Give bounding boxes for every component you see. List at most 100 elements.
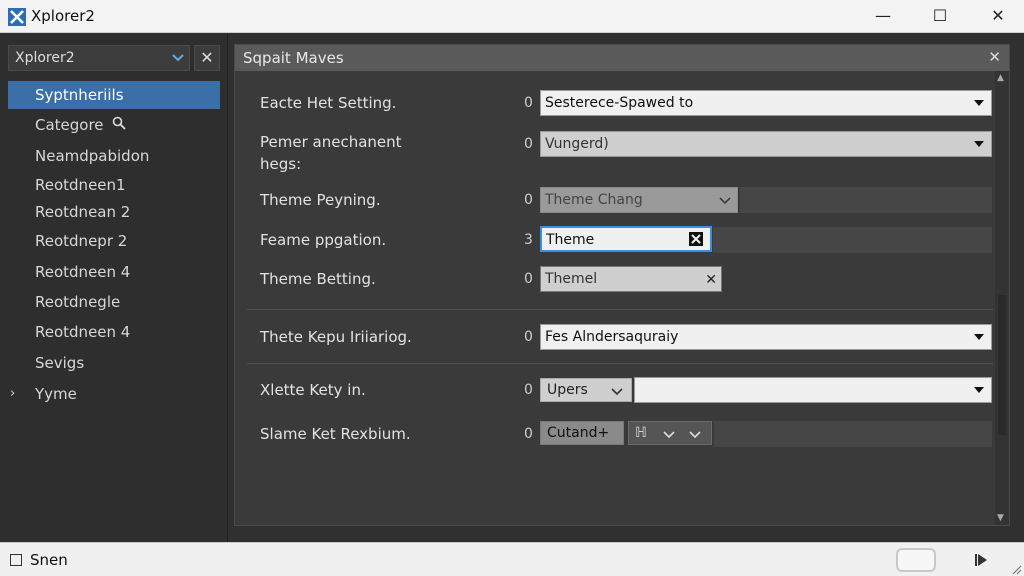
sidebar: Xplorer2 ✕ Syptnheriils Categore Neamdpa… — [0, 34, 228, 542]
field-strip — [740, 187, 992, 213]
format-dropdown[interactable]: ℍ — [628, 421, 712, 445]
chevron-down-icon — [974, 141, 984, 147]
setting-label: Pemer anechanent hegs: — [260, 133, 402, 173]
panel-header: Sqpait Maves ✕ — [235, 45, 1009, 71]
dropdown-value: Vungerd) — [545, 136, 609, 152]
search-icon — [112, 112, 126, 140]
setting-count: 0 — [524, 426, 533, 442]
scroll-down-icon[interactable]: ▼ — [997, 513, 1004, 523]
setting-count: 0 — [524, 271, 533, 287]
input-value: Theme — [546, 232, 595, 248]
setting-label: Slame Ket Rexbium. — [260, 425, 411, 443]
sidebar-item-label: Reotdneen 4 — [35, 323, 131, 341]
status-toggle[interactable] — [896, 548, 936, 572]
status-text: Snen — [30, 551, 68, 569]
resize-grip-icon[interactable] — [1010, 563, 1022, 575]
app-logo-icon — [8, 8, 26, 26]
sidebar-item-6[interactable]: Reotdnepr 2 — [8, 227, 220, 255]
close-button[interactable]: ✕ — [978, 4, 1018, 28]
chevron-down-icon — [974, 387, 984, 393]
sidebar-item-label: Reotdnepr 2 — [35, 232, 128, 250]
users-dropdown[interactable]: Upers — [540, 378, 632, 402]
sidebar-item-label: Categore — [35, 116, 104, 134]
maximize-button[interactable]: ☐ — [920, 4, 960, 28]
chevron-down-icon — [611, 388, 623, 396]
setting-count: 0 — [524, 192, 533, 208]
sidebar-item-4[interactable]: Reotdneen1 — [8, 171, 220, 199]
dropdown-value: Theme Chang — [545, 192, 643, 208]
field-strip — [714, 421, 992, 447]
input-value: Themel — [545, 271, 598, 287]
sidebar-item-5[interactable]: Reotdnean 2 — [8, 198, 220, 226]
status-bar: Snen — [0, 542, 1024, 576]
chevron-down-icon — [974, 334, 984, 340]
chevron-down-icon — [974, 100, 984, 106]
divider — [247, 309, 993, 310]
sidebar-item-label: Sevigs — [35, 354, 85, 372]
sidebar-item-8[interactable]: Reotdnegle — [8, 288, 220, 316]
sidebar-item-9[interactable]: Reotdneen 4 — [8, 318, 220, 346]
setting-dropdown[interactable]: Theme Chang — [540, 187, 738, 213]
setting-dropdown[interactable]: Sesterece-Spawed to — [540, 90, 992, 116]
button-label: Cutand+ — [547, 425, 610, 441]
setting-label: Eacte Het Setting. — [260, 94, 397, 112]
theme-input[interactable]: Theme — [540, 226, 712, 252]
sidebar-item-expandable[interactable]: › Yyme — [8, 380, 220, 408]
clear-icon[interactable]: ✕ — [705, 268, 717, 292]
setting-count: 0 — [524, 382, 533, 398]
sidebar-item-label: Syptnheriils — [35, 86, 124, 104]
window-title: Xplorer2 — [31, 7, 95, 25]
chevron-down-icon — [663, 431, 675, 439]
setting-count: 0 — [524, 95, 533, 111]
sidebar-item-label: Reotdnean 2 — [35, 203, 131, 221]
sidebar-item-label: Neamdpabidon — [35, 147, 150, 165]
setting-count: 3 — [524, 232, 533, 248]
panel-scrollbar[interactable]: ▲ ▼ — [995, 71, 1009, 525]
sidebar-item-label: Reotdnegle — [35, 293, 121, 311]
divider — [247, 363, 993, 364]
setting-label: Theme Peyning. — [260, 191, 381, 209]
sidebar-item-7[interactable]: Reotdneen 4 — [8, 258, 220, 286]
settings-panel: Sqpait Maves ✕ Eacte Het Setting. 0 Sest… — [234, 44, 1010, 526]
panel-close-button[interactable]: ✕ — [988, 48, 1001, 66]
minimize-button[interactable]: — — [863, 4, 903, 28]
field-strip — [713, 227, 992, 253]
status-checkbox[interactable] — [10, 554, 22, 566]
chevron-down-icon — [172, 54, 184, 62]
sidebar-item-label: Reotdneen 4 — [35, 263, 131, 281]
app-window: Xplorer2 — ☐ ✕ Xplorer2 ✕ Syptnheriils C… — [0, 0, 1024, 576]
setting-dropdown[interactable]: Vungerd) — [540, 131, 992, 157]
expand-icon — [689, 232, 703, 246]
sidebar-item-settings[interactable]: Sevigs — [8, 349, 220, 377]
theme-field[interactable]: Themel ✕ — [540, 266, 722, 292]
chevron-down-icon — [689, 431, 701, 439]
setting-count: 0 — [524, 136, 533, 152]
title-bar: Xplorer2 — ☐ ✕ — [0, 0, 1024, 33]
setting-count: 0 — [524, 329, 533, 345]
play-icon[interactable] — [975, 552, 989, 568]
dropdown-value: ℍ — [635, 425, 647, 441]
chevron-down-icon — [719, 197, 731, 205]
command-button[interactable]: Cutand+ — [540, 421, 624, 445]
dropdown-value: Fes Alndersaquraiy — [545, 329, 679, 345]
setting-label: Thete Kepu Iriiariog. — [260, 328, 412, 346]
location-combo[interactable]: Xplorer2 — [8, 45, 190, 71]
sidebar-close-button[interactable]: ✕ — [194, 45, 220, 71]
setting-dropdown[interactable]: Fes Alndersaquraiy — [540, 324, 992, 350]
sidebar-item-3[interactable]: Neamdpabidon — [8, 142, 220, 170]
setting-label: Theme Betting. — [260, 270, 376, 288]
panel-title: Sqpait Maves — [243, 49, 344, 67]
chevron-right-icon[interactable]: › — [10, 380, 15, 408]
dropdown-value: Sesterece-Spawed to — [545, 95, 694, 111]
dropdown-value: Upers — [547, 382, 588, 398]
sidebar-item-label: Yyme — [35, 385, 77, 403]
setting-label: Xlette Kety in. — [260, 381, 366, 399]
sidebar-item-label: Reotdneen1 — [35, 176, 126, 194]
sidebar-item-1[interactable]: Syptnheriils — [8, 81, 220, 109]
scroll-thumb[interactable] — [998, 295, 1006, 435]
scroll-up-icon[interactable]: ▲ — [997, 73, 1004, 83]
sidebar-item-category[interactable]: Categore — [8, 111, 220, 139]
setting-dropdown[interactable] — [634, 377, 992, 403]
setting-label: Feame ppgation. — [260, 231, 387, 249]
location-combo-value: Xplorer2 — [15, 50, 75, 66]
